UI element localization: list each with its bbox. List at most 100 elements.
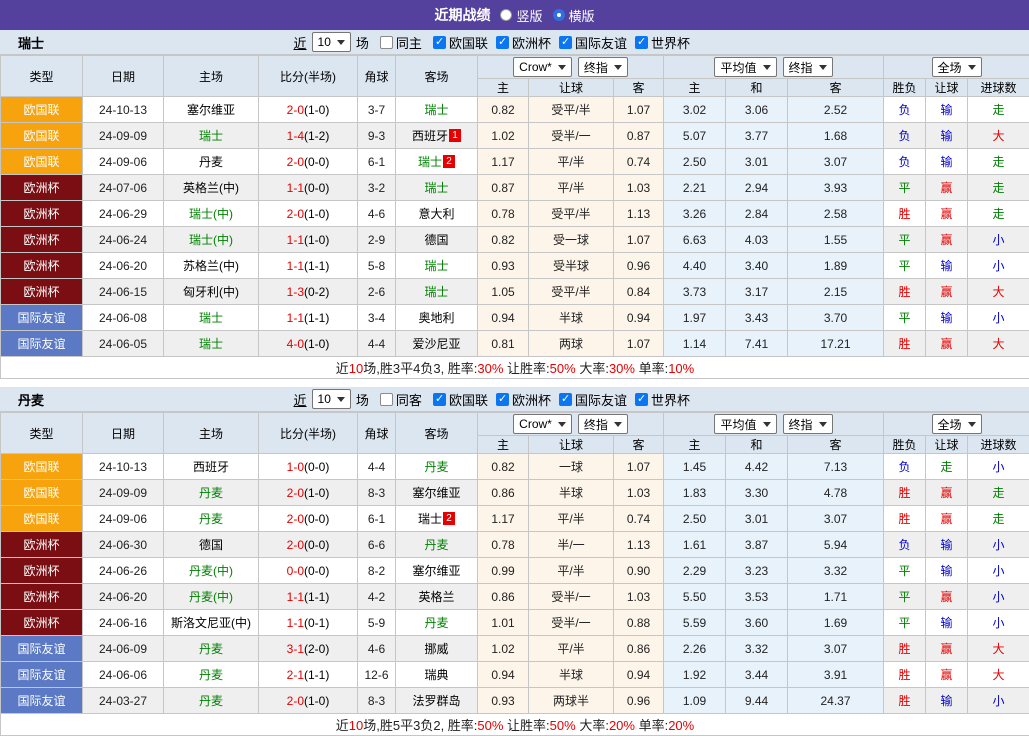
- competition-label-friendly: 国际友谊: [575, 33, 627, 52]
- final-odds-select[interactable]: 终指: [783, 57, 833, 77]
- home-team: 丹麦: [164, 506, 259, 532]
- competition-checkbox-friendly[interactable]: [559, 393, 572, 406]
- competition-checkbox-friendly[interactable]: [559, 36, 572, 49]
- corner-score: 5-8: [358, 253, 396, 279]
- competition-label-worldcup: 世界杯: [651, 390, 690, 409]
- handicap-line: 受平/半: [529, 97, 614, 123]
- handicap-result: 赢: [926, 584, 968, 610]
- sub-header-home-odds: 主: [478, 436, 529, 454]
- match-row: 欧洲杯24-06-26丹麦(中)0-0(0-0)8-2塞尔维亚0.99平/半0.…: [1, 558, 1029, 584]
- win-draw-loss-result: 胜: [884, 636, 926, 662]
- goals-over-under-result: 小: [968, 584, 1029, 610]
- away-handicap-odds: 0.96: [614, 253, 664, 279]
- handicap-line: 平/半: [529, 175, 614, 201]
- average-select[interactable]: 平均值: [714, 57, 776, 77]
- match-row: 欧洲杯24-06-15匈牙利(中)1-3(0-2)2-6瑞士1.05受平/半0.…: [1, 279, 1029, 305]
- full-time-score: 1-1: [287, 233, 304, 247]
- competition-checkbox-euro[interactable]: [496, 36, 509, 49]
- handicap-group-header: Crow* 终指: [478, 413, 664, 436]
- away-handicap-odds: 0.94: [614, 662, 664, 688]
- handicap-result: 输: [926, 305, 968, 331]
- layout-radio-horizontal[interactable]: 横版: [553, 6, 595, 25]
- avg-away-odds: 3.07: [788, 149, 884, 175]
- handicap-result: 赢: [926, 636, 968, 662]
- same-side-checkbox[interactable]: [380, 393, 393, 406]
- final-odds-select[interactable]: 终指: [578, 57, 628, 77]
- team-name: 丹麦: [18, 390, 44, 409]
- average-select[interactable]: 平均值: [714, 414, 776, 434]
- avg-home-odds: 5.07: [664, 123, 726, 149]
- competition-checkbox-euro[interactable]: [496, 393, 509, 406]
- corner-score: 4-4: [358, 331, 396, 357]
- radio-unchecked-icon[interactable]: [500, 9, 512, 21]
- summary-stat-value: 50%: [477, 718, 503, 733]
- home-team: 瑞士: [164, 331, 259, 357]
- match-date: 24-06-06: [83, 662, 164, 688]
- competition-checkbox-league[interactable]: [433, 36, 446, 49]
- competition-checkbox-worldcup[interactable]: [635, 36, 648, 49]
- away-team: 意大利: [396, 201, 478, 227]
- avg-away-odds: 1.71: [788, 584, 884, 610]
- handicap-result: 赢: [926, 331, 968, 357]
- avg-draw-odds: 3.44: [726, 662, 788, 688]
- competition-checkbox-league[interactable]: [433, 393, 446, 406]
- handicap-line: 平/半: [529, 636, 614, 662]
- match-count-select[interactable]: 10: [312, 389, 351, 409]
- team-label: 法罗群岛: [412, 694, 460, 708]
- avg-away-odds: 3.70: [788, 305, 884, 331]
- away-team: 丹麦: [396, 454, 478, 480]
- match-row: 国际友谊24-06-05瑞士4-0(1-0)4-4爱沙尼亚0.81两球1.071…: [1, 331, 1029, 357]
- full-time-score: 2-0: [287, 512, 304, 526]
- sub-header-avg-away: 客: [788, 79, 884, 97]
- col-header-date: 日期: [83, 413, 164, 454]
- scope-select[interactable]: 全场: [932, 414, 982, 434]
- competition-type-badge: 欧国联: [1, 149, 83, 175]
- avg-draw-odds: 7.41: [726, 331, 788, 357]
- near-label[interactable]: 近: [294, 390, 307, 409]
- avg-away-odds: 1.55: [788, 227, 884, 253]
- final-odds-select[interactable]: 终指: [783, 414, 833, 434]
- competition-checkbox-worldcup[interactable]: [635, 393, 648, 406]
- home-handicap-odds: 0.94: [478, 305, 529, 331]
- title-bar: 近期战绩 竖版 横版: [0, 0, 1029, 30]
- rank-badge: 2: [443, 155, 455, 168]
- away-team: 瑞典: [396, 662, 478, 688]
- same-side-checkbox[interactable]: [380, 36, 393, 49]
- match-date: 24-06-20: [83, 584, 164, 610]
- avg-home-odds: 2.26: [664, 636, 726, 662]
- win-draw-loss-result: 负: [884, 454, 926, 480]
- match-date: 24-06-20: [83, 253, 164, 279]
- handicap-result: 赢: [926, 480, 968, 506]
- win-draw-loss-result: 胜: [884, 201, 926, 227]
- summary-stat-value: 20%: [609, 718, 635, 733]
- radio-checked-icon[interactable]: [553, 9, 565, 21]
- layout-radio-vertical[interactable]: 竖版: [500, 6, 542, 25]
- away-handicap-odds: 0.86: [614, 636, 664, 662]
- summary-stat-value: 10: [349, 718, 363, 733]
- team-label: 瑞士: [199, 311, 223, 325]
- team-label: 瑞士: [424, 181, 448, 195]
- corner-score: 3-7: [358, 97, 396, 123]
- bookmaker-select[interactable]: Crow*: [513, 57, 572, 77]
- competition-label-friendly: 国际友谊: [575, 390, 627, 409]
- match-count-select[interactable]: 10: [312, 32, 351, 52]
- handicap-line: 受半球: [529, 253, 614, 279]
- match-date: 24-06-09: [83, 636, 164, 662]
- competition-type-badge: 国际友谊: [1, 305, 83, 331]
- bookmaker-select[interactable]: Crow*: [513, 414, 572, 434]
- near-label[interactable]: 近: [294, 33, 307, 52]
- scope-select[interactable]: 全场: [932, 57, 982, 77]
- col-header-away: 客场: [396, 56, 478, 97]
- home-team: 瑞士: [164, 123, 259, 149]
- match-date: 24-06-05: [83, 331, 164, 357]
- summary-text: 大率:: [576, 361, 609, 376]
- sub-header-avg-away: 客: [788, 436, 884, 454]
- match-date: 24-06-26: [83, 558, 164, 584]
- final-odds-select[interactable]: 终指: [578, 414, 628, 434]
- full-time-score: 1-3: [287, 285, 304, 299]
- match-date: 24-06-30: [83, 532, 164, 558]
- team-label: 爱沙尼亚: [412, 337, 460, 351]
- match-date: 24-10-13: [83, 97, 164, 123]
- corner-score: 4-2: [358, 584, 396, 610]
- sub-header-handicap-result: 让球: [926, 79, 968, 97]
